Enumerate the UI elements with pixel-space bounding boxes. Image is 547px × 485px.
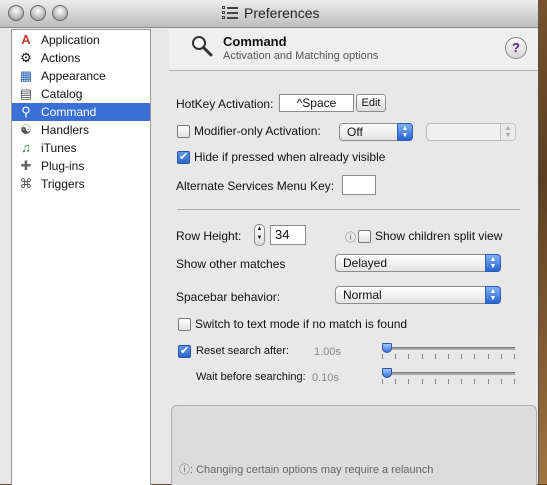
help-button[interactable]: ?: [505, 37, 527, 59]
wait-search-label: Wait before searching:: [196, 371, 306, 383]
popup-arrows-icon: ▲ ▼: [485, 286, 501, 304]
relaunch-note: ⓘ: Changing certain options may require …: [179, 464, 434, 476]
zoom-button[interactable]: [52, 5, 68, 21]
children-split-checkbox[interactable]: [358, 230, 371, 243]
pane-header: Command Activation and Matching options …: [169, 29, 538, 71]
sidebar-item-actions[interactable]: ⚙ Actions: [12, 49, 150, 67]
hotkey-field[interactable]: ^Space: [279, 94, 354, 112]
sidebar-item-plugins[interactable]: ✚ Plug-ins: [12, 157, 150, 175]
pane-subtitle: Activation and Matching options: [223, 50, 379, 62]
gear-icon: ⚙: [20, 50, 32, 65]
wait-search-slider-ticks: [382, 379, 515, 385]
catalog-icon: ▤: [19, 86, 33, 101]
hotkey-edit-button[interactable]: Edit: [356, 94, 386, 112]
sidebar-item-label: Plug-ins: [41, 159, 85, 173]
services-key-label: Alternate Services Menu Key:: [176, 179, 335, 193]
sidebar-item-label: Application: [41, 33, 100, 47]
modifier-only-value: Off: [347, 125, 363, 139]
reset-search-checkbox[interactable]: [178, 344, 191, 358]
reset-search-value: 1.00s: [314, 346, 341, 358]
magnifier-icon: [192, 36, 213, 57]
triggers-icon: ⌘: [19, 176, 33, 191]
other-matches-label: Show other matches: [176, 257, 286, 271]
sidebar-item-appearance[interactable]: ▦ Appearance: [12, 67, 150, 85]
spacebar-popup[interactable]: Normal ▲ ▼: [335, 286, 501, 304]
preferences-window: Preferences A Application ⚙ Actions ▦ Ap…: [0, 0, 539, 485]
sidebar-item-application[interactable]: A Application: [12, 31, 150, 49]
popup-arrows-icon: ▲ ▼: [500, 123, 516, 141]
sidebar-item-label: Appearance: [41, 69, 106, 83]
modifier-only-popup[interactable]: Off ▲ ▼: [339, 123, 413, 141]
appearance-icon: ▦: [19, 68, 33, 83]
popup-arrows-icon: ▲ ▼: [397, 123, 413, 141]
hide-if-visible-checkbox[interactable]: [177, 150, 190, 164]
hotkey-label: HotKey Activation:: [176, 97, 274, 111]
popup-arrows-icon: ▲ ▼: [485, 254, 501, 272]
application-icon: A: [21, 32, 31, 47]
modifier-key-popup[interactable]: ▲ ▼: [426, 123, 516, 141]
modifier-only-checkbox[interactable]: [177, 125, 190, 138]
minimize-button[interactable]: [30, 5, 46, 21]
sidebar: A Application ⚙ Actions ▦ Appearance ▤ C…: [11, 29, 151, 485]
wait-search-slider-thumb[interactable]: [382, 368, 392, 378]
command-pane: Command Activation and Matching options …: [169, 29, 538, 485]
window-title: Preferences: [244, 5, 320, 21]
sidebar-item-label: iTunes: [41, 141, 77, 155]
other-matches-popup[interactable]: Delayed ▲ ▼: [335, 254, 501, 272]
row-height-label: Row Height:: [176, 229, 242, 243]
wait-search-value: 0.10s: [312, 372, 339, 384]
children-split-label: Show children split view: [375, 229, 503, 243]
info-icon: ⓘ: [345, 232, 356, 244]
hide-if-visible-label: Hide if pressed when already visible: [194, 150, 386, 164]
sidebar-item-label: Catalog: [41, 87, 83, 101]
reset-search-slider-thumb[interactable]: [382, 343, 392, 353]
magnifier-icon: ⚲: [21, 104, 31, 119]
plugin-icon: ✚: [20, 158, 32, 173]
sidebar-item-label: Handlers: [41, 123, 90, 137]
sidebar-item-label: Triggers: [41, 177, 85, 191]
modifier-only-label: Modifier-only Activation:: [194, 124, 321, 138]
text-mode-checkbox[interactable]: [178, 318, 191, 331]
sidebar-item-itunes[interactable]: ♫ iTunes: [12, 139, 150, 157]
reset-search-label: Reset search after:: [196, 345, 289, 357]
reset-search-slider-ticks: [382, 354, 515, 360]
sidebar-item-catalog[interactable]: ▤ Catalog: [12, 85, 150, 103]
itunes-icon: ♫: [21, 140, 31, 155]
footer-box: ⓘ: Changing certain options may require …: [171, 405, 537, 485]
sidebar-item-command[interactable]: ⚲ Command: [12, 103, 150, 121]
row-height-stepper[interactable]: ▲ ▼: [254, 224, 265, 246]
window-title-group: Preferences: [222, 5, 319, 21]
sidebar-item-label: Actions: [41, 51, 81, 65]
spacebar-label: Spacebar behavior:: [176, 290, 281, 304]
sidebar-item-triggers[interactable]: ⌘ Triggers: [12, 175, 150, 193]
section-divider: [177, 209, 520, 210]
spacebar-value: Normal: [343, 288, 382, 302]
row-height-field[interactable]: 34: [270, 225, 306, 245]
wait-search-slider-track[interactable]: [382, 372, 515, 375]
close-button[interactable]: [8, 5, 24, 21]
pane-title: Command: [223, 34, 287, 49]
text-mode-label: Switch to text mode if no match is found: [195, 317, 408, 331]
reset-search-slider-track[interactable]: [382, 347, 515, 350]
preferences-list-icon: [222, 6, 238, 20]
other-matches-value: Delayed: [343, 256, 388, 270]
title-bar[interactable]: Preferences: [0, 0, 538, 28]
sidebar-item-label: Command: [41, 105, 97, 119]
handlers-icon: ☯: [20, 122, 32, 137]
services-key-field[interactable]: [342, 175, 376, 195]
sidebar-item-handlers[interactable]: ☯ Handlers: [12, 121, 150, 139]
